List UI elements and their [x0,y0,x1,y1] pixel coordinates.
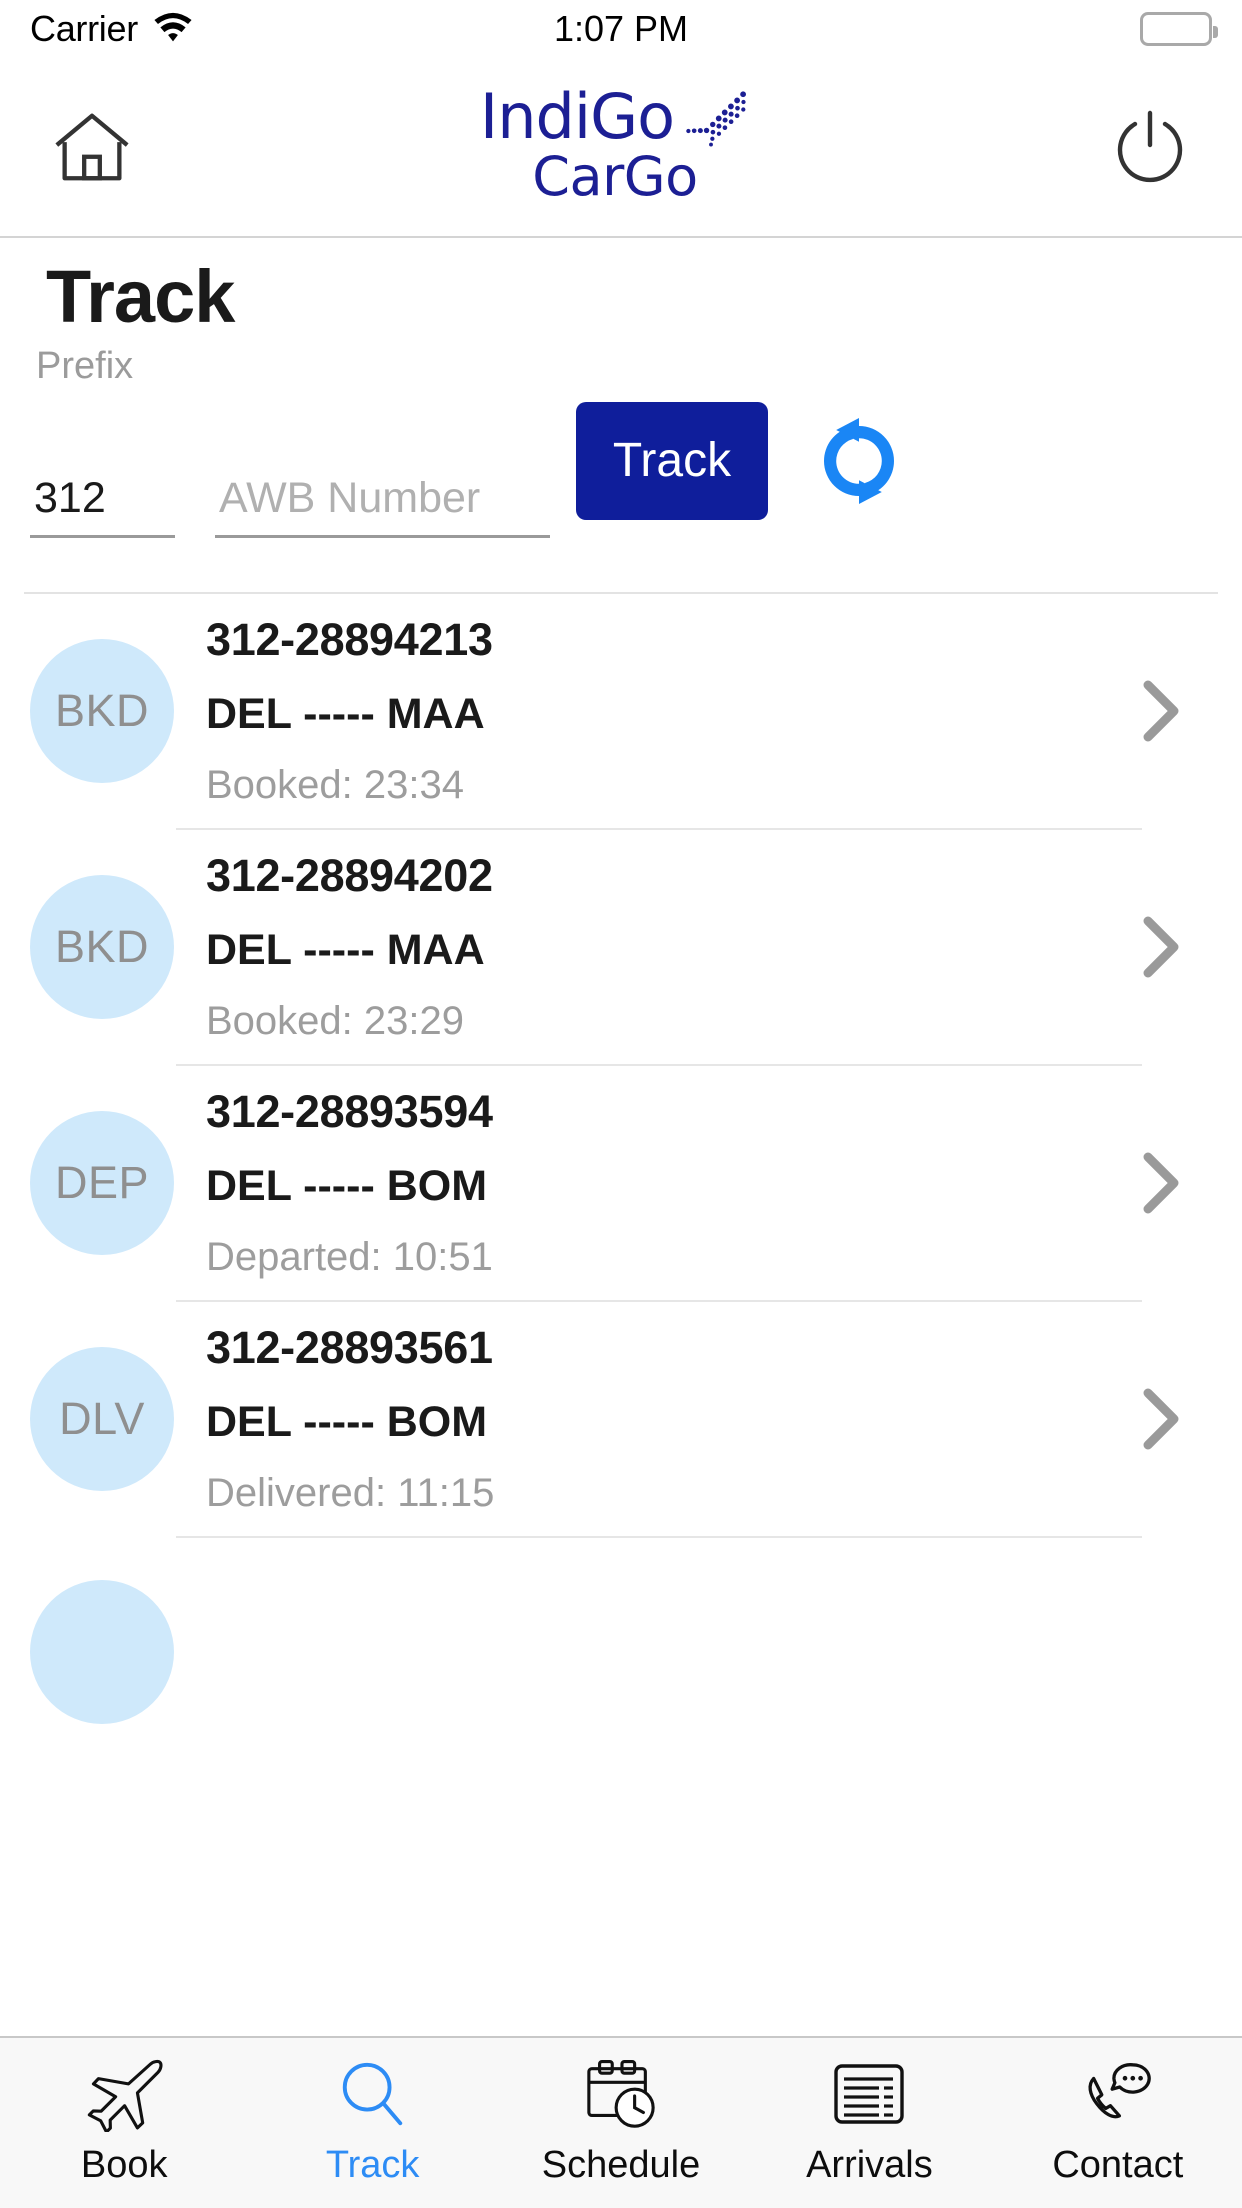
table-row[interactable]: DEP 312-28893594 DEL ----- BOM Departed:… [0,1066,1242,1300]
tab-label: Schedule [541,2144,701,2186]
awb-number: 312-28893561 [206,1321,493,1373]
status-bar-right [688,12,1219,46]
indigo-cargo-logo: IndiGo CarGo [479,80,750,209]
shipment-details: 312-28893594 DEL ----- BOM Departed: 10:… [206,1086,1138,1280]
shipment-details: 312-28894202 DEL ----- MAA Booked: 23:29 [206,850,1138,1044]
shipment-details: 312-28893561 DEL ----- BOM Delivered: 11… [206,1322,1138,1516]
chevron-right-icon[interactable] [1138,1151,1182,1215]
status-bar: Carrier 1:07 PM [0,0,1242,58]
tab-label: Arrivals [806,2144,933,2186]
status-badge: BKD [30,638,174,783]
awb-number: 312-28893594 [206,1085,493,1137]
prefix-label: Prefix [36,344,134,387]
table-row-partial[interactable] [0,1538,1242,1724]
status-time: Delivered: 11:15 [206,1470,495,1515]
tab-book[interactable]: Book [0,2038,248,2187]
awb-search-row: Track [0,388,1242,538]
chevron-right-icon[interactable] [1138,915,1182,979]
awb-underline [215,534,550,538]
status-bar-left: Carrier [30,8,554,50]
tab-schedule[interactable]: Schedule [497,2038,745,2187]
list-board-icon [831,2058,907,2132]
status-badge-label: BKD [54,684,150,736]
status-badge: DLV [30,1346,174,1491]
dotted-plane-icon [684,90,750,153]
phone-chat-icon [1078,2058,1158,2132]
prefix-input[interactable] [30,473,175,535]
app-screen: Carrier 1:07 PM IndiGo CarGo Track Prefi… [0,0,1242,2208]
status-time: Departed: 10:51 [206,1234,493,1279]
status-badge: DEP [30,1110,174,1255]
tab-label: Contact [1052,2144,1184,2186]
brand-secondary-text: CarGo [532,145,698,209]
status-time: Booked: 23:34 [206,762,464,807]
clock-label: 1:07 PM [553,8,689,49]
carrier-label: Carrier [30,8,138,49]
route-label: DEL ----- BOM [206,1397,488,1446]
awb-number-input[interactable] [215,473,550,535]
airplane-icon [85,2058,163,2132]
track-page: Track Prefix Track [0,240,1242,2036]
shipment-details: 312-28894213 DEL ----- MAA Booked: 23:34 [206,614,1138,808]
home-icon[interactable] [46,101,138,193]
track-button[interactable]: Track [576,401,768,520]
page-title: Track [46,255,235,338]
chevron-right-icon[interactable] [1138,679,1182,743]
chevron-right-icon[interactable] [1138,1387,1182,1451]
status-time: Booked: 23:29 [206,998,464,1043]
status-badge-label: BKD [54,920,150,972]
tab-label: Book [80,2144,168,2186]
tab-contact[interactable]: Contact [994,2038,1242,2187]
route-label: DEL ----- MAA [206,689,485,738]
brand-primary-text: IndiGo [479,80,675,154]
calendar-clock-icon [582,2058,660,2132]
status-badge: BKD [30,874,174,1019]
awb-field-wrap [215,473,550,538]
battery-full-icon [1140,12,1219,46]
table-row[interactable]: BKD 312-28894213 DEL ----- MAA Booked: 2… [0,594,1242,828]
awb-number: 312-28894202 [206,849,493,901]
wifi-icon [152,11,194,48]
search-icon [336,2058,410,2132]
bottom-tab-bar: Book Track Schedule Arrivals Contact [0,2036,1242,2208]
refresh-icon[interactable] [804,406,914,516]
route-label: DEL ----- BOM [206,1161,488,1210]
prefix-underline [30,534,175,538]
table-row[interactable]: DLV 312-28893561 DEL ----- BOM Delivered… [0,1302,1242,1536]
status-badge [30,1579,174,1724]
power-icon[interactable] [1104,101,1196,193]
awb-number: 312-28894213 [206,613,493,665]
tab-track[interactable]: Track [248,2038,496,2187]
app-navbar: IndiGo CarGo [0,58,1242,238]
tab-label: Track [325,2144,420,2186]
table-row[interactable]: BKD 312-28894202 DEL ----- MAA Booked: 2… [0,830,1242,1064]
shipment-list: BKD 312-28894213 DEL ----- MAA Booked: 2… [0,594,1242,1724]
status-badge-label: DEP [54,1156,150,1208]
status-badge-label: DLV [59,1392,145,1444]
prefix-field-wrap [30,473,175,538]
tab-arrivals[interactable]: Arrivals [745,2038,993,2187]
route-label: DEL ----- MAA [206,925,485,974]
